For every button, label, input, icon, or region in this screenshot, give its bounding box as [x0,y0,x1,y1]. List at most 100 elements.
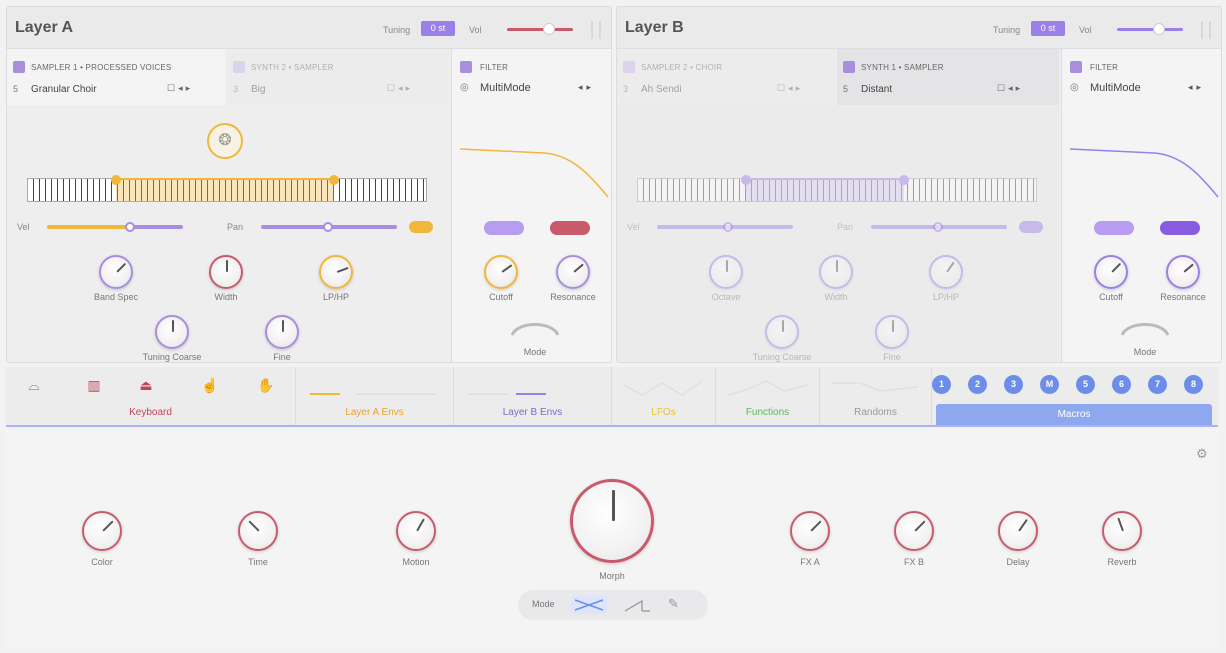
layer-b-slot-2[interactable]: SYNTH 1 • SAMPLER 5 Distant ☐◂▸ [837,49,1059,105]
fx-b-macro-knob[interactable] [894,511,934,551]
filter-mode-icon[interactable] [1118,317,1172,339]
motion-macro-knob[interactable] [396,511,436,551]
key-range-low-handle[interactable] [111,175,121,185]
key-range[interactable] [111,175,339,202]
layer-b-vol-thumb[interactable] [1153,23,1165,35]
tuning-coarse-knob[interactable] [765,315,799,349]
key-range-low-handle[interactable] [741,175,751,185]
reverb-macro-knob[interactable] [1102,511,1142,551]
filter-power-icon[interactable] [1070,61,1082,73]
pan-thumb[interactable] [323,222,333,232]
knob-label: Width [824,292,848,302]
slot-preset-name[interactable]: Distant [861,84,892,95]
filter-mode-icon[interactable] [508,317,562,339]
layer-b-tuning-value[interactable]: 0 st [1031,21,1065,36]
slot-nav-arrows-icon[interactable]: ☐◂▸ [777,83,803,94]
macro-8-button[interactable]: 8 [1184,375,1203,394]
ramp-mode-icon[interactable] [622,595,652,615]
vel-label: Vel [17,222,30,232]
macro-label: Delay [1006,557,1030,567]
slot-title: SAMPLER 2 • CHOIR [641,63,723,72]
slot-preset-name[interactable]: Big [251,84,265,95]
morph-knob[interactable] [570,479,654,563]
slot-power-icon[interactable] [13,61,25,73]
slot-nav-arrows-icon[interactable]: ☐◂▸ [997,83,1023,94]
time-macro-knob[interactable] [238,511,278,551]
macro-2-button[interactable]: 2 [968,375,987,394]
filter-nav-arrows-icon[interactable]: ◂▸ [578,82,595,93]
pan-thumb[interactable] [933,222,943,232]
layer-b-keyboard[interactable] [637,175,1037,202]
link-toggle[interactable] [409,221,433,233]
knob-label: Tuning Coarse [142,352,202,362]
tuning-coarse-knob[interactable] [155,315,189,349]
slot-power-icon[interactable] [233,61,245,73]
filter-power-icon[interactable] [460,61,472,73]
filter-pill-right[interactable] [550,221,590,235]
key-range-high-handle[interactable] [899,175,909,185]
tab-layer-b-envs[interactable]: Layer B Envs [454,367,612,425]
slot-preset-name[interactable]: Ah Sendi [641,84,682,95]
filter-type[interactable]: MultiMode [480,82,531,94]
color-macro-knob[interactable] [82,511,122,551]
key-range-high-handle[interactable] [329,175,339,185]
vel-thumb[interactable] [723,222,733,232]
filter-type[interactable]: MultiMode [1090,82,1141,94]
fine-knob[interactable] [875,315,909,349]
delay-macro-knob[interactable] [998,511,1038,551]
gear-icon[interactable]: ⚙ [1196,447,1210,461]
slot-power-icon[interactable] [843,61,855,73]
layer-a-vol-slider[interactable] [507,28,573,31]
layer-a-slot-2[interactable]: SYNTH 2 • SAMPLER 3 Big ☐◂▸ [227,49,449,105]
vel-slider[interactable] [47,225,183,229]
layer-a-drag-handle[interactable] [591,21,601,39]
macro-7-button[interactable]: 7 [1148,375,1167,394]
macro-3-button[interactable]: 3 [1004,375,1023,394]
filter-pill-left[interactable] [484,221,524,235]
band-spec-knob[interactable] [99,255,133,289]
brain-icon[interactable]: ❂ [207,123,243,159]
key-range[interactable] [741,175,909,202]
filter-curve-display[interactable] [1070,135,1220,201]
tab-keyboard[interactable]: ⌓ ▥ ⏏ ☝ ✋ Keyboard [6,367,296,425]
filter-pill-left[interactable] [1094,221,1134,235]
fx-a-macro-knob[interactable] [790,511,830,551]
crossfade-mode-icon[interactable] [570,595,608,615]
slot-power-icon[interactable] [623,61,635,73]
resonance-knob[interactable] [556,255,590,289]
width-knob[interactable] [819,255,853,289]
macro-m-button[interactable]: M [1040,375,1059,394]
macro-6-button[interactable]: 6 [1112,375,1131,394]
vel-thumb[interactable] [125,222,135,232]
slot-preset-name[interactable]: Granular Choir [31,84,97,95]
pencil-icon[interactable]: ✎ [668,596,679,612]
cutoff-knob[interactable] [484,255,518,289]
layer-b-slot-1[interactable]: SAMPLER 2 • CHOIR 3 Ah Sendi ☐◂▸ [617,49,835,105]
layer-a-tuning-value[interactable]: 0 st [421,21,455,36]
link-toggle[interactable] [1019,221,1043,233]
layer-b-vol-slider[interactable] [1117,28,1183,31]
lp-hp-knob[interactable] [929,255,963,289]
octave-knob[interactable] [709,255,743,289]
macro-1-button[interactable]: 1 [932,375,951,394]
layer-a-vol-thumb[interactable] [543,23,555,35]
width-knob[interactable] [209,255,243,289]
tab-lfos[interactable]: LFOs [612,367,716,425]
layer-a-slot-1[interactable]: SAMPLER 1 • PROCESSED VOICES 5 Granular … [7,49,225,105]
cutoff-knob[interactable] [1094,255,1128,289]
tab-functions[interactable]: Functions [716,367,820,425]
filter-pill-right[interactable] [1160,221,1200,235]
layer-b-drag-handle[interactable] [1201,21,1211,39]
macro-5-button[interactable]: 5 [1076,375,1095,394]
tab-layer-a-envs[interactable]: Layer A Envs [296,367,454,425]
slot-nav-arrows-icon[interactable]: ☐◂▸ [167,83,193,94]
slot-nav-arrows-icon[interactable]: ☐◂▸ [387,83,413,94]
filter-nav-arrows-icon[interactable]: ◂▸ [1188,82,1205,93]
filter-curve-display[interactable] [460,135,610,201]
fine-knob[interactable] [265,315,299,349]
layer-a-keyboard[interactable] [27,175,427,202]
tab-randoms[interactable]: Randoms [820,367,932,425]
tab-macros[interactable]: Macros [936,404,1212,425]
lp-hp-knob[interactable] [319,255,353,289]
resonance-knob[interactable] [1166,255,1200,289]
